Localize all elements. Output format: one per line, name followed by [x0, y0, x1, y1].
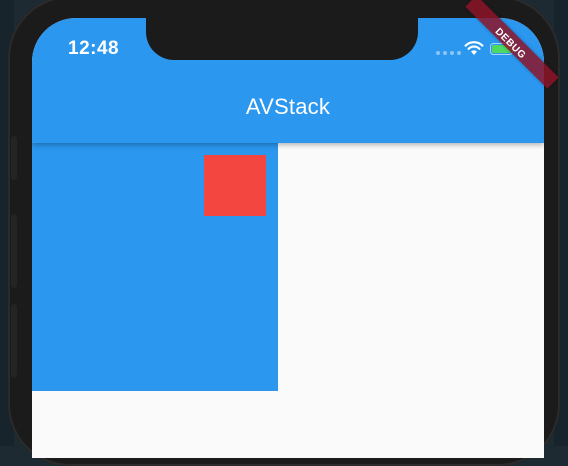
positioned-red-box: [204, 155, 266, 216]
app-bar-title: AVStack: [245, 94, 331, 119]
signal-dots-icon: [436, 51, 461, 55]
wifi-icon: [464, 41, 484, 55]
mute-switch: [11, 136, 17, 180]
phone-screen: 12:48 AVStack: [32, 18, 544, 458]
volume-up-button: [11, 214, 17, 288]
stack-container: [32, 143, 278, 391]
volume-down-button: [11, 304, 17, 378]
phone-notch: [146, 0, 418, 60]
status-time: 12:48: [68, 38, 120, 59]
